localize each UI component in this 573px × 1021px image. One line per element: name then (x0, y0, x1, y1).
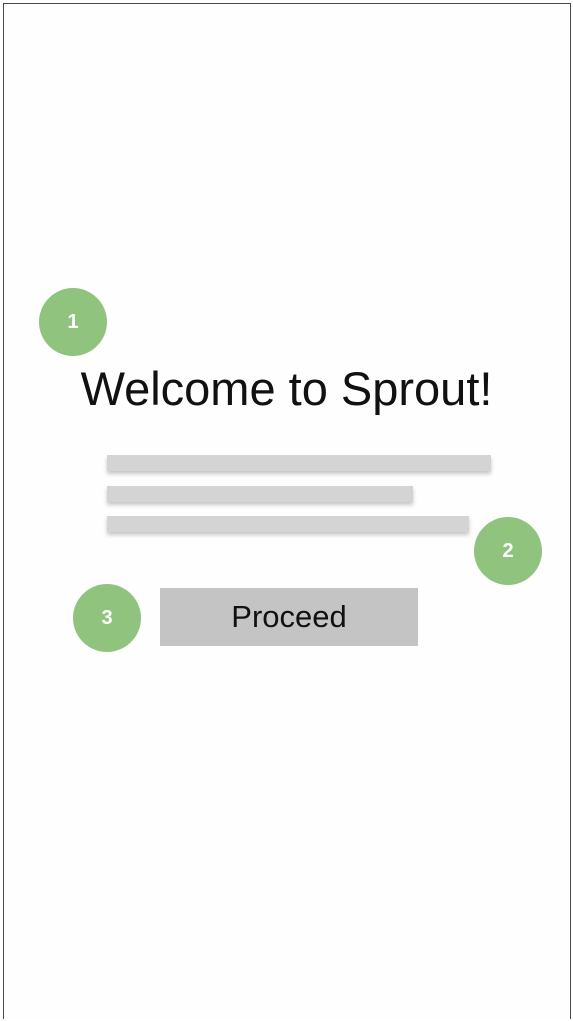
proceed-button[interactable]: Proceed (160, 588, 418, 646)
description-placeholder-line-2 (107, 486, 413, 502)
welcome-title: Welcome to Sprout! (80, 362, 493, 415)
annotation-marker-2: 2 (474, 517, 542, 585)
annotation-marker-3: 3 (73, 584, 141, 652)
description-placeholder-line-1 (107, 455, 491, 471)
description-placeholder-line-3 (107, 516, 469, 532)
wireframe-frame (3, 3, 571, 1019)
annotation-marker-1: 1 (39, 288, 107, 356)
